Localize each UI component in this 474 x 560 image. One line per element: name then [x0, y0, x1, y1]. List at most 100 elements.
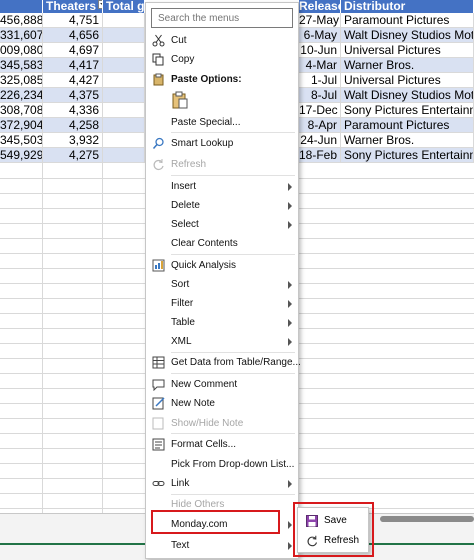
copy-icon [152, 53, 164, 66]
cell-gross[interactable]: 226,234 [0, 88, 43, 103]
header-release[interactable]: Release [299, 0, 341, 13]
menu-item-label: Smart Lookup [171, 138, 234, 149]
header-distributor[interactable]: Distributor [341, 0, 474, 13]
submenu-arrow-icon [288, 319, 292, 327]
cell-gross[interactable]: 345,583 [0, 58, 43, 73]
cell-gross[interactable]: 308,708 [0, 103, 43, 118]
menu-separator [171, 433, 295, 434]
cell-theaters[interactable]: 4,275 [43, 148, 103, 163]
cell-release[interactable]: 8-Apr [299, 118, 341, 133]
header-distributor-label: Distributor [344, 0, 406, 13]
cell-release[interactable]: 18-Feb [299, 148, 341, 163]
menu-item-clear-contents[interactable]: Clear Contents [146, 234, 298, 253]
menu-item-filter[interactable]: Filter [146, 294, 298, 313]
cell-gross[interactable]: 345,503 [0, 133, 43, 148]
cell-distributor[interactable]: Sony Pictures Entertainment [341, 148, 474, 163]
cell-release[interactable]: 27-May [299, 13, 341, 28]
menu-item-paste-special[interactable]: Paste Special... [146, 113, 298, 132]
paste-clipboard-icon[interactable] [172, 91, 188, 109]
menu-item-sort[interactable]: Sort [146, 275, 298, 294]
cell-total-gross[interactable] [103, 133, 145, 148]
menu-item-label: Paste Options: [171, 74, 242, 85]
cell-distributor[interactable]: Universal Pictures [341, 73, 474, 88]
menu-item-label: Format Cells... [171, 439, 237, 450]
cell-distributor[interactable]: Warner Bros. [341, 133, 474, 148]
menu-item-label: Clear Contents [171, 238, 238, 249]
menu-item-label: XML [171, 336, 192, 347]
menu-item-new-note[interactable]: New Note [146, 394, 298, 413]
cell-total-gross[interactable] [103, 103, 145, 118]
cell-gross[interactable]: 456,888 [0, 13, 43, 28]
menu-item-label: New Note [171, 398, 215, 409]
cell-release[interactable]: 1-Jul [299, 73, 341, 88]
cell-distributor[interactable]: Warner Bros. [341, 58, 474, 73]
cell-distributor[interactable]: Walt Disney Studios Motion [341, 88, 474, 103]
menu-item-label: Quick Analysis [171, 260, 237, 271]
cell-gross[interactable]: 549,929 [0, 148, 43, 163]
cell-distributor[interactable]: Universal Pictures [341, 43, 474, 58]
menu-item-table[interactable]: Table [146, 313, 298, 332]
cell-total-gross[interactable] [103, 43, 145, 58]
cell-release[interactable]: 10-Jun [299, 43, 341, 58]
cell-total-gross[interactable] [103, 148, 145, 163]
menu-item-format-cells[interactable]: Format Cells... [146, 435, 298, 454]
menu-item-label: Table [171, 317, 195, 328]
cell-theaters[interactable]: 3,932 [43, 133, 103, 148]
menu-item-insert[interactable]: Insert [146, 177, 298, 196]
cell-gross[interactable]: 009,080 [0, 43, 43, 58]
menu-item-xml[interactable]: XML [146, 332, 298, 351]
cell-theaters[interactable]: 4,375 [43, 88, 103, 103]
header-total-gross[interactable]: Total gro [103, 0, 145, 13]
menu-item-cut[interactable]: Cut [146, 31, 298, 50]
cell-release[interactable]: 17-Dec [299, 103, 341, 118]
cell-distributor[interactable]: Paramount Pictures [341, 13, 474, 28]
cell-total-gross[interactable] [103, 28, 145, 43]
menu-item-label: Filter [171, 298, 194, 309]
menu-item-select[interactable]: Select [146, 215, 298, 234]
menu-item-text[interactable]: Text [146, 536, 298, 555]
cell-gross[interactable]: 325,085 [0, 73, 43, 88]
menu-search-input[interactable] [151, 8, 293, 28]
cell-total-gross[interactable] [103, 88, 145, 103]
cell-theaters[interactable]: 4,258 [43, 118, 103, 133]
menu-item-copy[interactable]: Copy [146, 50, 298, 69]
cell-distributor[interactable]: Sony Pictures Entertainment [341, 103, 474, 118]
menu-item-pick-dropdown[interactable]: Pick From Drop-down List... [146, 455, 298, 474]
cell-gross[interactable]: 372,904 [0, 118, 43, 133]
submenu-arrow-icon [288, 281, 292, 289]
cell-release[interactable]: 8-Jul [299, 88, 341, 103]
cell-theaters[interactable]: 4,427 [43, 73, 103, 88]
paste-icon [153, 73, 164, 86]
cell-release[interactable]: 4-Mar [299, 58, 341, 73]
scissors-icon [152, 34, 165, 47]
cell-distributor[interactable]: Walt Disney Studios Motion [341, 28, 474, 43]
cell-total-gross[interactable] [103, 73, 145, 88]
cell-total-gross[interactable] [103, 118, 145, 133]
cell-release[interactable]: 24-Jun [299, 133, 341, 148]
menu-separator [171, 175, 295, 176]
cell-total-gross[interactable] [103, 13, 145, 28]
menu-item-delete[interactable]: Delete [146, 196, 298, 215]
menu-item-label: Pick From Drop-down List... [171, 459, 295, 470]
menu-item-get-data[interactable]: Get Data from Table/Range... [146, 353, 301, 372]
menu-item-label: Cut [171, 35, 187, 46]
cell-gross[interactable]: 331,607 [0, 28, 43, 43]
cell-theaters[interactable]: 4,336 [43, 103, 103, 118]
cell-total-gross[interactable] [103, 58, 145, 73]
cell-release[interactable]: 6-May [299, 28, 341, 43]
menu-item-new-comment[interactable]: New Comment [146, 375, 298, 394]
cell-theaters[interactable]: 4,417 [43, 58, 103, 73]
menu-item-link[interactable]: Link [146, 474, 298, 493]
cell-distributor[interactable]: Paramount Pictures [341, 118, 474, 133]
cell-theaters[interactable]: 4,751 [43, 13, 103, 28]
cell-theaters[interactable]: 4,697 [43, 43, 103, 58]
menu-item-label: Link [171, 478, 190, 489]
menu-item-smart-lookup[interactable]: Smart Lookup [146, 134, 298, 153]
header-theaters[interactable]: Theaters [43, 0, 103, 13]
horizontal-scrollbar[interactable] [380, 516, 474, 522]
cell-theaters[interactable]: 4,656 [43, 28, 103, 43]
refresh-icon [153, 159, 164, 170]
menu-item-label: Insert [171, 181, 197, 192]
menu-item-paste-options: Paste Options: [146, 70, 298, 89]
menu-item-quick-analysis[interactable]: Quick Analysis [146, 256, 298, 275]
